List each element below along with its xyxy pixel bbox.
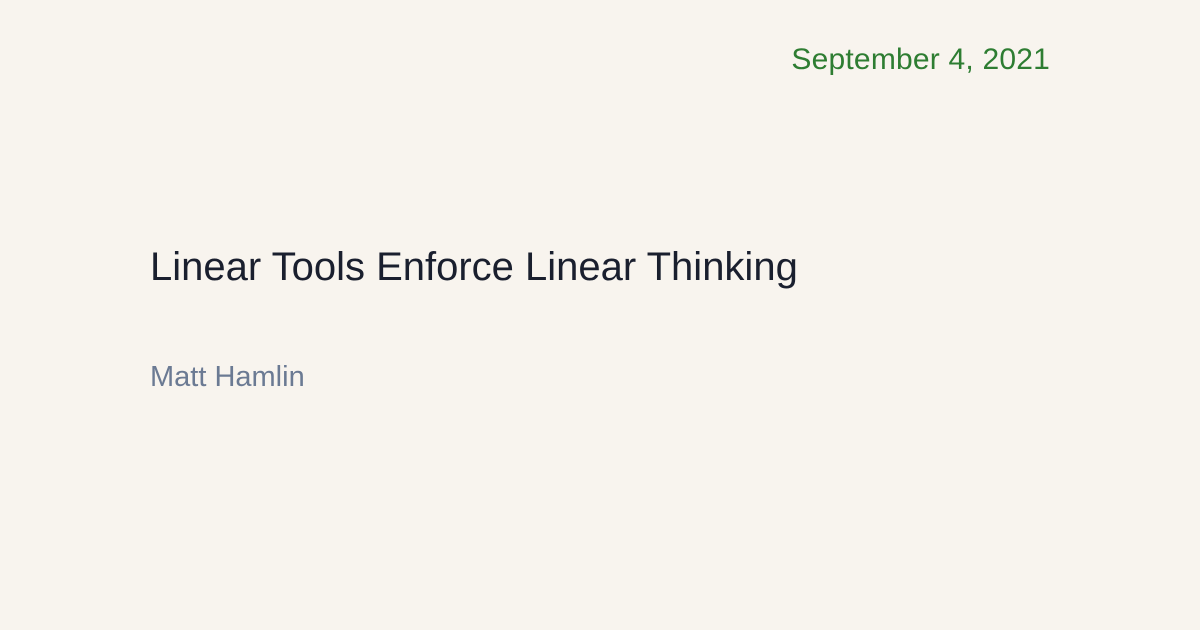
post-author: Matt Hamlin <box>150 361 305 393</box>
post-title: Linear Tools Enforce Linear Thinking <box>150 245 798 289</box>
social-card: September 4, 2021 Linear Tools Enforce L… <box>0 0 1200 630</box>
post-date: September 4, 2021 <box>791 43 1050 76</box>
